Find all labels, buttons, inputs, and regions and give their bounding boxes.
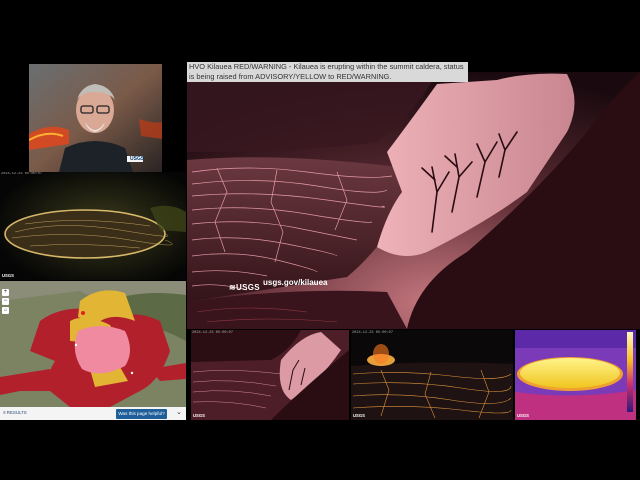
alert-banner: HVO Kilauea RED/WARNING - Kilauea is eru… <box>187 62 468 82</box>
small-cam-2-label: USGS <box>353 413 365 418</box>
lava-flow-map[interactable]: + − ⌂ <box>0 281 186 407</box>
feedback-button[interactable]: Was this page helpful? <box>116 409 167 419</box>
aerial-usgs-label: USGS <box>2 273 14 278</box>
main-url-watermark: usgs.gov/kilauea <box>263 278 328 287</box>
aerial-cam: 2024-12-23 05:00:07 USGS <box>0 172 186 280</box>
presenter-video: USGS <box>29 64 162 172</box>
small-cam-2-timestamp: 2024-12-23 05:00:07 <box>352 331 393 335</box>
chevron-down-icon[interactable]: ⌄ <box>176 408 182 416</box>
thermal-cam: USGS <box>515 330 636 420</box>
usgs-badge: USGS <box>130 156 145 162</box>
results-label: ≡ RESULTS <box>3 410 27 415</box>
aerial-timestamp: 2024-12-23 05:00:07 <box>1 172 42 176</box>
reset-view-button[interactable]: ⌂ <box>2 307 9 314</box>
zoom-out-button[interactable]: − <box>2 298 9 305</box>
thermal-cam-label: USGS <box>517 413 529 418</box>
main-usgs-watermark: ≋USGS <box>229 283 260 292</box>
zoom-in-button[interactable]: + <box>2 289 9 296</box>
small-cam-1-label: USGS <box>193 413 205 418</box>
list-icon: ≡ <box>3 410 6 415</box>
main-webcam: ≋USGS usgs.gov/kilauea <box>187 72 640 329</box>
small-cam-2: 2024-12-23 05:00:07 USGS <box>351 330 513 420</box>
small-cam-1: 2024-12-23 05:00:07 USGS <box>191 330 349 420</box>
small-cam-1-timestamp: 2024-12-23 05:00:07 <box>192 331 233 335</box>
usgs-logo-icon: ≋ <box>229 283 237 292</box>
map-zoom-controls: + − ⌂ <box>2 289 10 314</box>
